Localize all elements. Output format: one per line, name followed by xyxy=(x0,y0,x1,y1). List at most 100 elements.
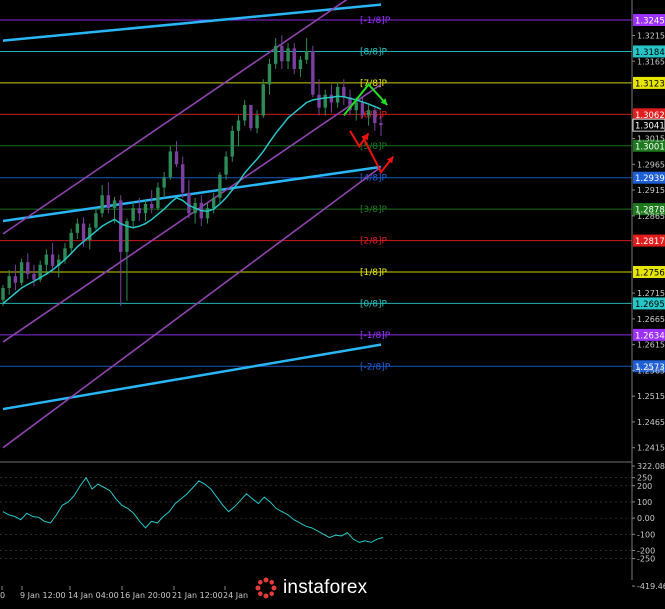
murrey-level-label: [8/8]P xyxy=(360,47,388,57)
time-tick-label: 9 Jan 12:00 xyxy=(20,591,66,600)
candle-body xyxy=(1,287,5,300)
price-tag-label: 1.3245 xyxy=(635,17,665,27)
candle-body xyxy=(205,208,210,219)
price-tick-label: 1.2615 xyxy=(637,341,665,350)
candle-body xyxy=(106,195,111,209)
price-tick-label: 1.2965 xyxy=(637,160,665,169)
price-tick-label: 1.2865 xyxy=(637,212,665,221)
time-tick-label: 16 Jan 20:00 xyxy=(120,591,171,600)
candle-body xyxy=(366,110,371,116)
candle-body xyxy=(143,203,148,214)
price-tick-label: 1.2515 xyxy=(637,392,665,401)
price-tick-label: 1.2715 xyxy=(637,289,665,298)
instaforex-logo-text: instaforex xyxy=(283,577,368,598)
candle-body xyxy=(242,105,247,121)
price-tick-label: 1.2465 xyxy=(637,418,665,427)
candle-body xyxy=(280,45,284,62)
candle-body xyxy=(162,177,166,188)
oscillator-tick-label: -100 xyxy=(637,530,655,539)
price-tick-label: 1.2415 xyxy=(637,444,665,453)
candle-body xyxy=(112,200,117,209)
candle-body xyxy=(81,223,86,241)
price-tick-label: 1.3015 xyxy=(637,135,665,144)
chart-svg: [-1/8]P[8/8]P[7/8]P[6/8]P[5/8]P[4/8]P[3/… xyxy=(0,0,665,605)
price-tag-label: 1.3001 xyxy=(635,142,665,152)
candle-body xyxy=(13,276,18,283)
candle-body xyxy=(317,94,321,108)
background xyxy=(0,0,665,605)
murrey-level-label: [7/8]P xyxy=(360,79,388,89)
oscillator-tick-label: -250 xyxy=(637,555,655,564)
candle-body xyxy=(323,94,327,108)
candle-body xyxy=(156,187,160,209)
candle-body xyxy=(131,208,135,221)
murrey-level-label: [1/8]P xyxy=(360,268,388,278)
candle-body xyxy=(292,48,296,69)
candle-body xyxy=(224,156,228,175)
candle-body xyxy=(137,208,142,214)
candle-body xyxy=(286,48,290,62)
candle-body xyxy=(249,105,253,129)
oscillator-tick-label: 100 xyxy=(637,498,652,507)
price-tag-label: 1.2756 xyxy=(635,268,665,278)
price-tick-label: 1.2915 xyxy=(637,186,665,195)
murrey-level-label: [0/8]P xyxy=(360,299,388,309)
candle-body xyxy=(342,87,346,98)
time-tick-label: 14 Jan 04:00 xyxy=(68,591,119,600)
price-tag-label: 1.2817 xyxy=(635,237,665,247)
time-tick-label: 24 Jan xyxy=(223,591,248,600)
murrey-level-label: [2/8]P xyxy=(360,237,388,247)
murrey-level-label: [3/8]P xyxy=(360,205,388,215)
candle-body xyxy=(211,197,216,209)
price-tick-label: 1.2565 xyxy=(637,366,665,375)
candle-body xyxy=(273,45,278,64)
price-tag-label: 1.3123 xyxy=(635,79,665,89)
price-tag-label: 1.2939 xyxy=(635,174,665,184)
murrey-level-label: [5/8]P xyxy=(360,142,388,152)
oscillator-tick-label: -419.4600 xyxy=(637,582,665,591)
candle-body xyxy=(100,195,104,214)
candle-body xyxy=(298,59,303,69)
candle-body xyxy=(19,262,24,283)
price-tick-label: 1.2665 xyxy=(637,315,665,324)
candle-body xyxy=(7,276,11,288)
candle-body xyxy=(379,123,383,126)
candle-body xyxy=(32,274,36,280)
candle-body xyxy=(261,84,265,116)
price-tick-label: 1.3215 xyxy=(637,31,665,40)
price-tick-label: 1.3165 xyxy=(637,57,665,66)
instaforex-logo-icon xyxy=(255,577,277,599)
candle-body xyxy=(230,130,234,157)
candle-body xyxy=(329,94,334,103)
candle-body xyxy=(187,192,191,214)
candle-body xyxy=(236,120,241,131)
candle-body xyxy=(174,151,179,165)
instaforex-logo: instaforex xyxy=(255,573,387,603)
candle-body xyxy=(75,223,80,233)
time-tick-label: 21 Jan 12:00 xyxy=(172,591,223,600)
candle-body xyxy=(354,102,358,111)
candle-body xyxy=(94,213,98,228)
candle-body xyxy=(26,262,30,275)
chart-root: [-1/8]P[8/8]P[7/8]P[6/8]P[5/8]P[4/8]P[3/… xyxy=(0,0,665,605)
candle-body xyxy=(168,151,173,178)
candle-body xyxy=(44,254,49,265)
candle-body xyxy=(150,203,154,209)
price-tag-label: 1.2695 xyxy=(635,300,665,310)
murrey-level-label: [-2/8]P xyxy=(360,362,391,372)
oscillator-tick-label: 322.0898 xyxy=(637,462,665,471)
candle-body xyxy=(69,232,73,249)
oscillator-tick-label: 0.00 xyxy=(637,514,655,523)
murrey-level-label: [-1/8]P xyxy=(360,16,391,26)
current-price-label: 1.3041 xyxy=(635,122,665,132)
candle-body xyxy=(304,50,309,60)
candle-body xyxy=(267,63,272,85)
candle-body xyxy=(335,87,340,103)
murrey-level-label: [-1/8]P xyxy=(360,331,391,341)
time-tick-label: 0 xyxy=(0,591,5,600)
candle-body xyxy=(50,254,55,266)
candle-body xyxy=(311,50,315,95)
candle-body xyxy=(218,174,222,198)
candle-body xyxy=(181,164,185,193)
candle-body xyxy=(255,115,259,129)
